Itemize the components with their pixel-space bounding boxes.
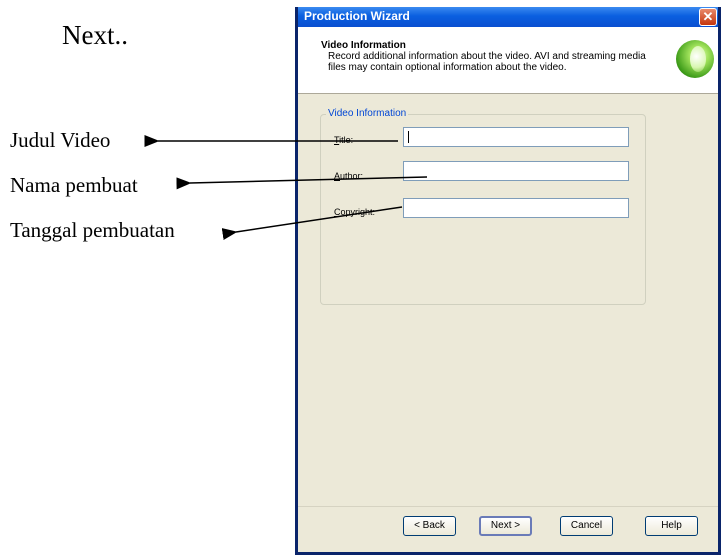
arrow-to-nama [176, 176, 428, 190]
arrow-to-tanggal [221, 206, 403, 240]
annotation-arrows [144, 135, 428, 240]
